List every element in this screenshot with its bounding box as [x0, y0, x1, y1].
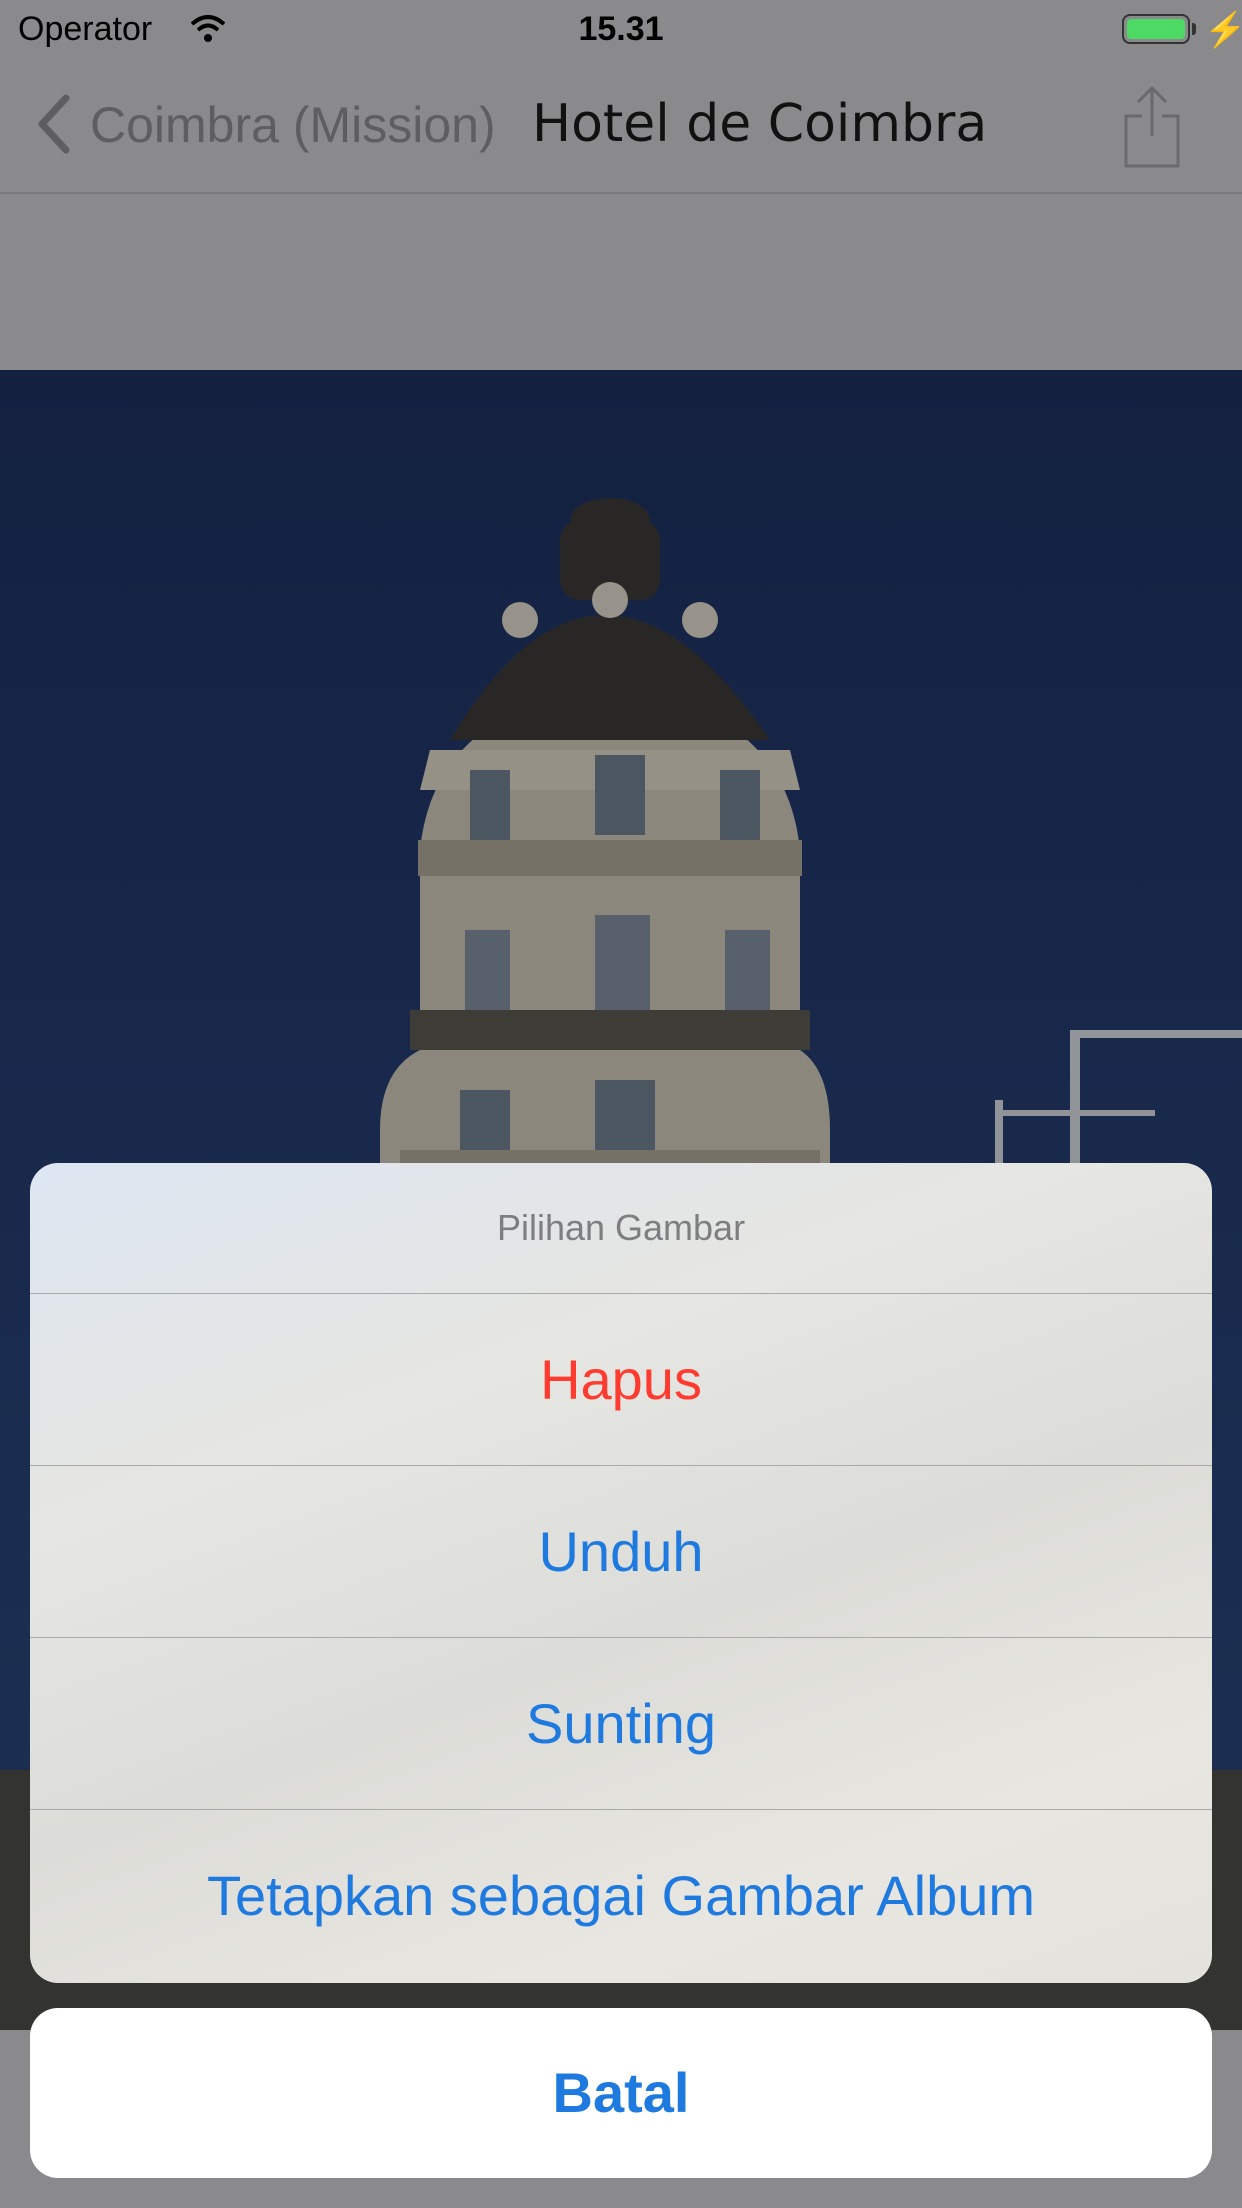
navigation-bar: Coimbra (Mission) Hotel de Coimbra	[0, 62, 1242, 194]
download-button[interactable]: Unduh	[30, 1465, 1212, 1637]
charging-bolt-icon: ⚡	[1204, 11, 1242, 49]
status-bar: Operator 15.31 ⚡	[0, 0, 1242, 62]
back-button[interactable]: Coimbra (Mission)	[90, 96, 496, 154]
edit-button[interactable]: Sunting	[30, 1637, 1212, 1809]
back-chevron-icon[interactable]	[34, 92, 74, 161]
page-title: Hotel de Coimbra	[532, 94, 988, 154]
battery-icon	[1122, 14, 1190, 44]
action-sheet-title: Pilihan Gambar	[496, 1207, 746, 1248]
share-icon[interactable]	[1122, 84, 1182, 175]
clock: 15.31	[578, 10, 664, 48]
battery-tip	[1192, 23, 1196, 35]
set-album-cover-button[interactable]: Tetapkan sebagai Gambar Album	[30, 1809, 1212, 1981]
cancel-button[interactable]: Batal	[30, 2008, 1212, 2178]
delete-button[interactable]: Hapus	[30, 1293, 1212, 1465]
content-spacer	[0, 194, 1242, 370]
action-sheet: Pilihan Gambar Hapus Unduh Sunting Tetap…	[30, 1163, 1212, 1983]
